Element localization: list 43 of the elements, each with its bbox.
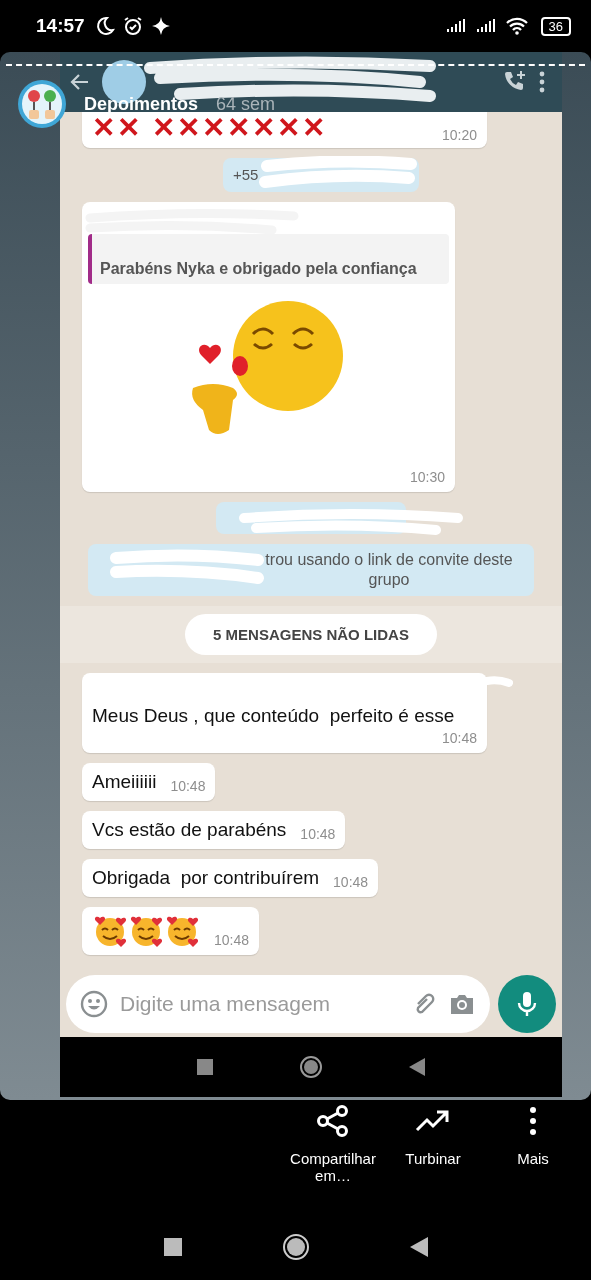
action-button[interactable]: Turbinar (383, 1104, 483, 1214)
action-button[interactable]: Mais (483, 1104, 583, 1214)
message-time: 10:48 (170, 777, 206, 795)
signal-icon (444, 18, 467, 34)
message-time: 10:48 (300, 825, 336, 843)
message-time: 10:48 (214, 931, 250, 949)
message-input-field[interactable]: Digite uma mensagem (118, 991, 400, 1017)
message-time: 10:30 (409, 468, 445, 486)
signal-icon (474, 18, 497, 34)
notice-text: +55 (233, 166, 259, 183)
wifi-icon (504, 17, 529, 35)
message-time: 10:48 (333, 873, 369, 891)
story-title: Depoimentos (84, 93, 198, 115)
message-text: Obrigada por contribuírem (92, 866, 320, 890)
share-icon (316, 1104, 350, 1138)
microphone-icon (516, 990, 538, 1018)
message-time: 10:48 (441, 729, 477, 747)
quoted-message[interactable]: Parabéns Nyka e obrigado pela confiança (88, 234, 449, 284)
back-icon[interactable] (409, 1237, 428, 1257)
more-options-icon (528, 1104, 538, 1138)
story-avatar-icon[interactable] (18, 80, 66, 128)
quote-text: Parabéns Nyka e obrigado pela confiança (100, 260, 417, 277)
message-text: Ameiiiiii (92, 770, 157, 794)
message-text: Vcs estão de parabéns (92, 818, 287, 842)
message-composer[interactable]: Digite uma mensagem (66, 975, 490, 1033)
action-button[interactable]: Compartilhar em… (283, 1104, 383, 1214)
recent-apps-icon[interactable] (163, 1238, 182, 1256)
message-text: ✕✕ ✕✕✕✕✕✕✕ (92, 112, 327, 144)
back-icon[interactable] (409, 1058, 425, 1076)
battery-level: 36 (540, 16, 571, 36)
notice-text: trou usando o link de convite deste grupo (264, 550, 514, 590)
message-time: 10:20 (441, 126, 477, 144)
unread-messages-label: 5 MENSAGENS NÃO LIDAS (185, 614, 437, 655)
alarm-icon (122, 16, 143, 36)
more-options-icon[interactable] (538, 71, 546, 93)
moon-icon (94, 16, 115, 36)
status-time: 14:57 (36, 15, 85, 37)
emoji-icon[interactable] (80, 990, 108, 1018)
story-age: 64 sem (216, 93, 276, 115)
home-icon[interactable] (299, 1055, 323, 1079)
home-icon[interactable] (281, 1233, 310, 1261)
microphone-button[interactable] (498, 975, 556, 1033)
message-text: Meus Deus , que conteúdo perfeito é esse (92, 704, 455, 728)
